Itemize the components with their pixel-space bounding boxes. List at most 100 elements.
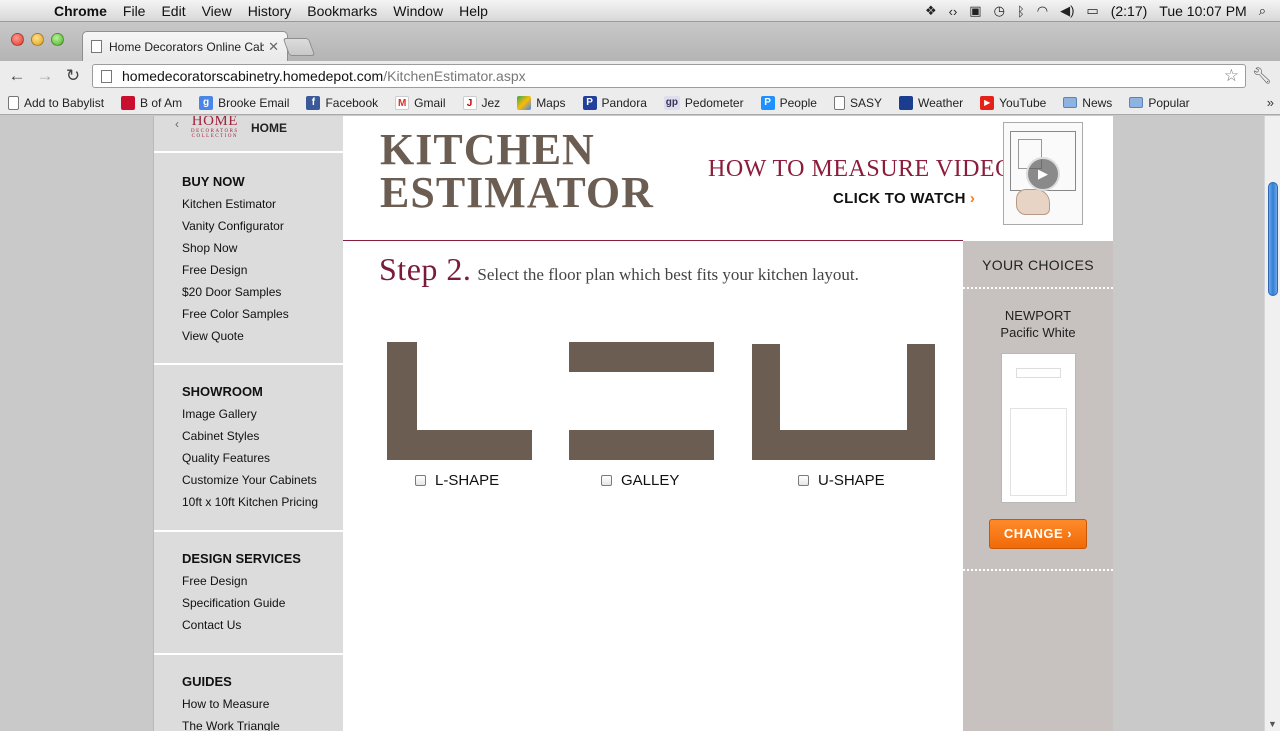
- menu-help[interactable]: Help: [451, 3, 496, 19]
- address-bar[interactable]: homedecoratorscabinetry.homedepot.com/Ki…: [92, 64, 1246, 88]
- nav-item-image-gallery[interactable]: Image Gallery: [182, 407, 257, 421]
- menu-clock[interactable]: Tue 10:07 PM: [1159, 3, 1246, 19]
- bookmark-brooke-email[interactable]: g Brooke Email: [199, 95, 289, 110]
- minimize-window-button[interactable]: [31, 33, 44, 46]
- step-number: Step 2.: [379, 251, 472, 287]
- bookmark-weather[interactable]: Weather: [899, 95, 963, 110]
- browser-tab[interactable]: Home Decorators Online Cab ✕: [82, 31, 288, 61]
- nav-item-shop-now[interactable]: Shop Now: [182, 241, 237, 255]
- nav-item-free-design[interactable]: Free Design: [182, 263, 247, 277]
- nav-item-kitchen-pricing[interactable]: 10ft x 10ft Kitchen Pricing: [182, 495, 318, 509]
- close-window-button[interactable]: [11, 33, 24, 46]
- bookmark-label: Gmail: [414, 95, 446, 110]
- change-button[interactable]: CHANGE ›: [989, 519, 1087, 549]
- nav-item-how-to-measure[interactable]: How to Measure: [182, 697, 269, 711]
- u-shape-label: U-SHAPE: [818, 472, 885, 489]
- back-arrow-icon[interactable]: ←: [6, 66, 28, 86]
- facebook-icon: f: [306, 95, 321, 110]
- bookmark-pedometer[interactable]: gp Pedometer: [663, 95, 744, 110]
- forward-arrow-icon[interactable]: →: [34, 66, 56, 86]
- nav-item-vanity-configurator[interactable]: Vanity Configurator: [182, 219, 284, 233]
- tab-title: Home Decorators Online Cab: [109, 39, 265, 54]
- bookmark-facebook[interactable]: f Facebook: [306, 95, 378, 110]
- nav-item-view-quote[interactable]: View Quote: [182, 329, 244, 343]
- galley-option[interactable]: GALLEY: [601, 472, 679, 489]
- zoom-window-button[interactable]: [51, 33, 64, 46]
- bookmark-b-of-am[interactable]: B of Am: [121, 95, 182, 110]
- bookmark-folder-popular[interactable]: Popular: [1129, 96, 1190, 110]
- scrollbar-thumb[interactable]: [1268, 182, 1278, 296]
- bookmark-label: Add to Babylist: [24, 95, 105, 110]
- display-icon[interactable]: ▣: [969, 3, 981, 19]
- nav-item-kitchen-estimator[interactable]: Kitchen Estimator: [182, 197, 276, 211]
- bookmark-gmail[interactable]: M Gmail: [395, 95, 446, 110]
- menu-file[interactable]: File: [115, 3, 154, 19]
- bookmark-maps[interactable]: Maps: [517, 95, 566, 110]
- menu-bookmarks[interactable]: Bookmarks: [299, 3, 385, 19]
- nav-item-cabinet-styles[interactable]: Cabinet Styles: [182, 429, 259, 443]
- galley-checkbox[interactable]: [601, 475, 612, 486]
- tab-close-icon[interactable]: ✕: [268, 39, 279, 55]
- plan-wall: [569, 430, 714, 460]
- nav-item-color-samples[interactable]: Free Color Samples: [182, 307, 289, 321]
- galley-floor-plan[interactable]: [569, 342, 714, 460]
- menu-edit[interactable]: Edit: [153, 3, 193, 19]
- back-chevron-icon[interactable]: ‹: [175, 117, 179, 131]
- play-icon[interactable]: ▶: [1026, 157, 1060, 191]
- nav-item-contact-us[interactable]: Contact Us: [182, 618, 241, 632]
- home-decorators-logo[interactable]: HOME DECORATORS COLLECTION: [191, 116, 239, 139]
- volume-icon[interactable]: ◀): [1060, 3, 1074, 19]
- video-thumbnail[interactable]: ▶: [1003, 122, 1083, 225]
- new-tab-button[interactable]: [282, 38, 316, 56]
- nav-item-door-samples[interactable]: $20 Door Samples: [182, 285, 281, 299]
- page-title: KITCHEN ESTIMATOR: [380, 128, 654, 215]
- url-path: /KitchenEstimator.aspx: [383, 68, 526, 84]
- nav-item-customize-cabinets[interactable]: Customize Your Cabinets: [182, 473, 317, 487]
- l-shape-checkbox[interactable]: [415, 475, 426, 486]
- bookmark-sasy[interactable]: SASY: [833, 95, 882, 110]
- youtube-icon: ▶: [980, 95, 995, 110]
- bookmark-youtube[interactable]: ▶ YouTube: [980, 95, 1046, 110]
- vertical-scrollbar[interactable]: ▼: [1264, 116, 1280, 731]
- video-title[interactable]: HOW TO MEASURE VIDEO: [708, 156, 1013, 183]
- u-shape-checkbox[interactable]: [798, 475, 809, 486]
- galley-label: GALLEY: [621, 472, 680, 489]
- home-link[interactable]: HOME: [251, 121, 287, 135]
- nav-item-specification-guide[interactable]: Specification Guide: [182, 596, 285, 610]
- wrench-menu-icon[interactable]: 🔧︎: [1252, 66, 1272, 86]
- time-machine-icon[interactable]: ◷: [994, 3, 1005, 19]
- nav-item-quality-features[interactable]: Quality Features: [182, 451, 270, 465]
- menu-history[interactable]: History: [240, 3, 300, 19]
- bluetooth-icon[interactable]: ᛒ: [1017, 4, 1025, 19]
- spotlight-search-icon[interactable]: ⌕: [1259, 3, 1266, 19]
- u-shape-floor-plan[interactable]: [752, 344, 935, 460]
- menu-view[interactable]: View: [194, 3, 240, 19]
- your-choices-panel: YOUR CHOICES NEWPORT Pacific White CHANG…: [963, 241, 1113, 731]
- u-shape-option[interactable]: U-SHAPE: [798, 472, 885, 489]
- bookmarks-bar: Add to Babylist B of Am g Brooke Email fF…: [0, 91, 1280, 115]
- page-icon: [101, 69, 112, 83]
- menu-window[interactable]: Window: [385, 3, 451, 19]
- code-icon[interactable]: ‹›: [949, 4, 958, 19]
- nav-item-free-design-2[interactable]: Free Design: [182, 574, 247, 588]
- menu-app-name[interactable]: Chrome: [44, 3, 115, 19]
- bookmark-people[interactable]: P People: [760, 95, 817, 110]
- bookmark-add-to-babylist[interactable]: Add to Babylist: [8, 95, 105, 110]
- click-to-watch-link[interactable]: CLICK TO WATCH ›: [833, 190, 975, 207]
- battery-icon[interactable]: ▭: [1086, 3, 1098, 19]
- gmail-icon: M: [395, 95, 410, 110]
- bookmark-jez[interactable]: J Jez: [462, 95, 500, 110]
- wifi-icon[interactable]: ◠: [1037, 3, 1048, 19]
- chevron-right-icon: ›: [969, 190, 976, 207]
- nav-item-work-triangle[interactable]: The Work Triangle: [182, 719, 280, 731]
- l-shape-option[interactable]: L-SHAPE: [415, 472, 499, 489]
- reload-icon[interactable]: ↻: [62, 66, 84, 86]
- dropbox-icon[interactable]: ❖: [925, 3, 937, 19]
- cabinet-door-preview: [1001, 353, 1076, 503]
- scroll-down-arrow-icon[interactable]: ▼: [1268, 719, 1277, 729]
- bookmark-folder-news[interactable]: News: [1063, 96, 1112, 110]
- bookmark-pandora[interactable]: P Pandora: [582, 95, 647, 110]
- l-shape-floor-plan[interactable]: [387, 342, 532, 460]
- more-bookmarks-chevron-icon[interactable]: »: [1267, 95, 1274, 110]
- bookmark-star-icon[interactable]: ☆: [1224, 66, 1239, 86]
